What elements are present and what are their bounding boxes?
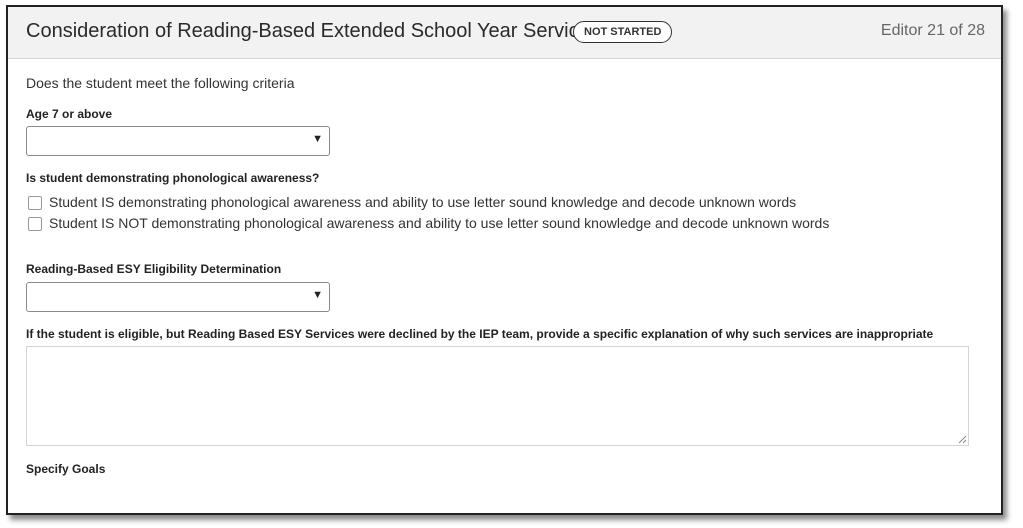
checkbox[interactable] [28,196,42,210]
age-select[interactable]: ▼ [26,126,330,156]
explanation-label: If the student is eligible, but Reading … [26,327,934,341]
checkbox-label: Student IS NOT demonstrating phonologica… [49,215,830,231]
checkbox-label: Student IS demonstrating phonological aw… [49,194,797,210]
chevron-down-icon: ▼ [312,289,323,301]
editor-panel: Consideration of Reading-Based Extended … [6,5,1003,515]
age-label: Age 7 or above [26,107,113,121]
editor-header: Consideration of Reading-Based Extended … [8,7,1001,59]
explanation-textarea[interactable] [26,346,969,446]
page-title: Consideration of Reading-Based Extended … [26,20,600,42]
specify-goals-label: Specify Goals [26,462,106,476]
phonological-label: Is student demonstrating phonological aw… [26,171,320,185]
resize-handle-icon[interactable] [958,435,967,444]
eligibility-select[interactable]: ▼ [26,282,330,312]
chevron-down-icon: ▼ [312,133,323,145]
criteria-intro: Does the student meet the following crit… [26,75,295,91]
editor-count: Editor 21 of 28 [880,22,985,39]
eligibility-label: Reading-Based ESY Eligibility Determinat… [26,262,282,276]
status-badge: NOT STARTED [573,21,673,43]
checkbox[interactable] [28,217,42,231]
